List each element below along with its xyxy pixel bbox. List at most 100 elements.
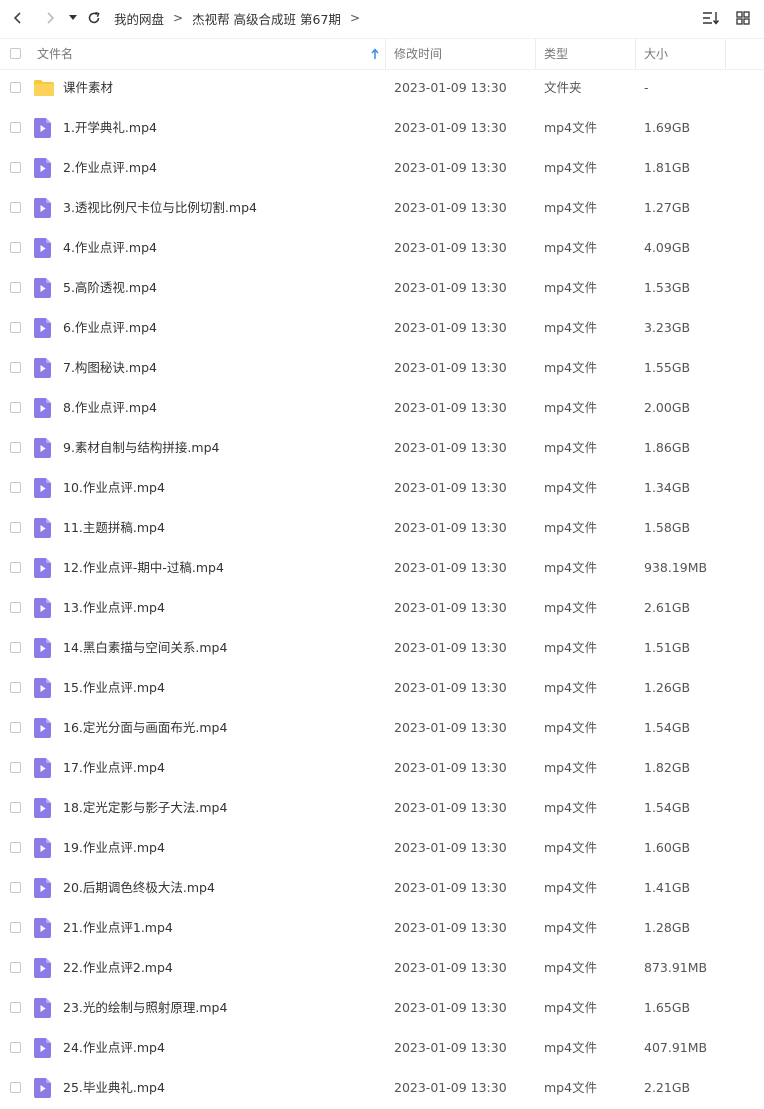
file-row[interactable]: 21.作业点评1.mp4 2023-01-09 13:30 mp4文件 1.28GB bbox=[0, 908, 764, 948]
file-name[interactable]: 6.作业点评.mp4 bbox=[63, 308, 157, 348]
file-row[interactable]: 8.作业点评.mp4 2023-01-09 13:30 mp4文件 2.00GB bbox=[0, 388, 764, 428]
row-checkbox[interactable] bbox=[10, 1002, 21, 1013]
row-checkbox[interactable] bbox=[10, 202, 21, 213]
row-checkbox[interactable] bbox=[10, 322, 21, 333]
file-row[interactable]: 1.开学典礼.mp4 2023-01-09 13:30 mp4文件 1.69GB bbox=[0, 108, 764, 148]
video-file-icon bbox=[34, 398, 51, 421]
file-row[interactable]: 20.后期调色终极大法.mp4 2023-01-09 13:30 mp4文件 1.41… bbox=[0, 868, 764, 908]
column-header-type[interactable]: 类型 bbox=[544, 39, 636, 69]
file-name[interactable]: 4.作业点评.mp4 bbox=[63, 228, 157, 268]
file-name[interactable]: 15.作业点评.mp4 bbox=[63, 668, 165, 708]
row-checkbox[interactable] bbox=[10, 162, 21, 173]
file-name[interactable]: 课件素材 bbox=[63, 68, 113, 108]
file-row[interactable]: 25.毕业典礼.mp4 2023-01-09 13:30 mp4文件 2.21GB bbox=[0, 1068, 764, 1108]
row-checkbox[interactable] bbox=[10, 602, 21, 613]
row-checkbox[interactable] bbox=[10, 1042, 21, 1053]
file-type: mp4文件 bbox=[544, 240, 598, 255]
file-row[interactable]: 2.作业点评.mp4 2023-01-09 13:30 mp4文件 1.81GB bbox=[0, 148, 764, 188]
file-name[interactable]: 7.构图秘诀.mp4 bbox=[63, 348, 157, 388]
file-type: mp4文件 bbox=[544, 520, 598, 535]
row-checkbox[interactable] bbox=[10, 842, 21, 853]
file-row[interactable]: 22.作业点评2.mp4 2023-01-09 13:30 mp4文件 873.91M… bbox=[0, 948, 764, 988]
file-name[interactable]: 14.黑白素描与空间关系.mp4 bbox=[63, 628, 227, 668]
file-row[interactable]: 5.高阶透视.mp4 2023-01-09 13:30 mp4文件 1.53GB bbox=[0, 268, 764, 308]
file-name[interactable]: 16.定光分面与画面布光.mp4 bbox=[63, 708, 227, 748]
file-row[interactable]: 课件素材 2023-01-09 13:30 文件夹 - bbox=[0, 68, 764, 108]
row-checkbox[interactable] bbox=[10, 242, 21, 253]
file-row[interactable]: 4.作业点评.mp4 2023-01-09 13:30 mp4文件 4.09GB bbox=[0, 228, 764, 268]
file-name[interactable]: 20.后期调色终极大法.mp4 bbox=[63, 868, 215, 908]
file-name[interactable]: 12.作业点评-期中-过稿.mp4 bbox=[63, 548, 224, 588]
file-row[interactable]: 10.作业点评.mp4 2023-01-09 13:30 mp4文件 1.34GB bbox=[0, 468, 764, 508]
file-name[interactable]: 24.作业点评.mp4 bbox=[63, 1028, 165, 1068]
row-checkbox[interactable] bbox=[10, 962, 21, 973]
refresh-button[interactable] bbox=[82, 6, 106, 30]
row-checkbox[interactable] bbox=[10, 802, 21, 813]
file-name[interactable]: 17.作业点评.mp4 bbox=[63, 748, 165, 788]
file-type: mp4文件 bbox=[544, 160, 598, 175]
grid-view-button[interactable] bbox=[732, 8, 754, 28]
file-name[interactable]: 22.作业点评2.mp4 bbox=[63, 948, 173, 988]
file-name[interactable]: 8.作业点评.mp4 bbox=[63, 388, 157, 428]
row-checkbox[interactable] bbox=[10, 722, 21, 733]
file-name[interactable]: 25.毕业典礼.mp4 bbox=[63, 1068, 165, 1108]
file-row[interactable]: 15.作业点评.mp4 2023-01-09 13:30 mp4文件 1.26GB bbox=[0, 668, 764, 708]
file-row[interactable]: 16.定光分面与画面布光.mp4 2023-01-09 13:30 mp4文件 1.5… bbox=[0, 708, 764, 748]
modified-time: 2023-01-09 13:30 bbox=[394, 880, 507, 895]
row-checkbox[interactable] bbox=[10, 1082, 21, 1093]
file-name[interactable]: 18.定光定影与影子大法.mp4 bbox=[63, 788, 227, 828]
row-checkbox[interactable] bbox=[10, 82, 21, 93]
file-name[interactable]: 23.光的绘制与照射原理.mp4 bbox=[63, 988, 227, 1028]
row-checkbox[interactable] bbox=[10, 642, 21, 653]
file-row[interactable]: 19.作业点评.mp4 2023-01-09 13:30 mp4文件 1.60GB bbox=[0, 828, 764, 868]
column-header-name[interactable]: 文件名 bbox=[37, 39, 386, 69]
file-name[interactable]: 13.作业点评.mp4 bbox=[63, 588, 165, 628]
row-checkbox[interactable] bbox=[10, 282, 21, 293]
row-checkbox[interactable] bbox=[10, 882, 21, 893]
modified-time: 2023-01-09 13:30 bbox=[394, 480, 507, 495]
forward-button[interactable] bbox=[38, 6, 62, 30]
file-row[interactable]: 24.作业点评.mp4 2023-01-09 13:30 mp4文件 407.91MB bbox=[0, 1028, 764, 1068]
row-checkbox[interactable] bbox=[10, 482, 21, 493]
file-row[interactable]: 3.透视比例尺卡位与比例切割.mp4 2023-01-09 13:30 mp4文件 1… bbox=[0, 188, 764, 228]
row-checkbox[interactable] bbox=[10, 402, 21, 413]
file-name[interactable]: 5.高阶透视.mp4 bbox=[63, 268, 157, 308]
row-checkbox[interactable] bbox=[10, 922, 21, 933]
breadcrumb-item-current[interactable]: 杰视帮 高级合成班 第67期 bbox=[192, 9, 341, 28]
row-checkbox[interactable] bbox=[10, 682, 21, 693]
sort-button[interactable] bbox=[700, 8, 722, 28]
refresh-icon bbox=[88, 11, 100, 24]
file-name[interactable]: 9.素材自制与结构拼接.mp4 bbox=[63, 428, 219, 468]
file-row[interactable]: 12.作业点评-期中-过稿.mp4 2023-01-09 13:30 mp4文件 93… bbox=[0, 548, 764, 588]
modified-time: 2023-01-09 13:30 bbox=[394, 400, 507, 415]
row-checkbox[interactable] bbox=[10, 122, 21, 133]
column-header-modified[interactable]: 修改时间 bbox=[394, 39, 536, 69]
file-row[interactable]: 18.定光定影与影子大法.mp4 2023-01-09 13:30 mp4文件 1.5… bbox=[0, 788, 764, 828]
row-checkbox[interactable] bbox=[10, 562, 21, 573]
row-checkbox[interactable] bbox=[10, 362, 21, 373]
file-row[interactable]: 23.光的绘制与照射原理.mp4 2023-01-09 13:30 mp4文件 1.6… bbox=[0, 988, 764, 1028]
select-all-checkbox[interactable] bbox=[10, 48, 21, 59]
file-name[interactable]: 2.作业点评.mp4 bbox=[63, 148, 157, 188]
file-name[interactable]: 1.开学典礼.mp4 bbox=[63, 108, 157, 148]
modified-time: 2023-01-09 13:30 bbox=[394, 280, 507, 295]
file-name[interactable]: 19.作业点评.mp4 bbox=[63, 828, 165, 868]
row-checkbox[interactable] bbox=[10, 522, 21, 533]
file-row[interactable]: 14.黑白素描与空间关系.mp4 2023-01-09 13:30 mp4文件 1.5… bbox=[0, 628, 764, 668]
file-row[interactable]: 9.素材自制与结构拼接.mp4 2023-01-09 13:30 mp4文件 1.86… bbox=[0, 428, 764, 468]
file-row[interactable]: 13.作业点评.mp4 2023-01-09 13:30 mp4文件 2.61GB bbox=[0, 588, 764, 628]
file-row[interactable]: 11.主题拼稿.mp4 2023-01-09 13:30 mp4文件 1.58GB bbox=[0, 508, 764, 548]
file-name[interactable]: 21.作业点评1.mp4 bbox=[63, 908, 173, 948]
breadcrumb-item-root[interactable]: 我的网盘 bbox=[114, 9, 164, 28]
row-checkbox[interactable] bbox=[10, 442, 21, 453]
back-button[interactable] bbox=[6, 6, 30, 30]
file-row[interactable]: 6.作业点评.mp4 2023-01-09 13:30 mp4文件 3.23GB bbox=[0, 308, 764, 348]
file-name[interactable]: 3.透视比例尺卡位与比例切割.mp4 bbox=[63, 188, 257, 228]
row-checkbox[interactable] bbox=[10, 762, 21, 773]
file-name[interactable]: 11.主题拼稿.mp4 bbox=[63, 508, 165, 548]
file-name[interactable]: 10.作业点评.mp4 bbox=[63, 468, 165, 508]
file-row[interactable]: 7.构图秘诀.mp4 2023-01-09 13:30 mp4文件 1.55GB bbox=[0, 348, 764, 388]
column-header-size[interactable]: 大小 bbox=[644, 39, 726, 69]
file-row[interactable]: 17.作业点评.mp4 2023-01-09 13:30 mp4文件 1.82GB bbox=[0, 748, 764, 788]
history-dropdown-button[interactable] bbox=[66, 6, 80, 30]
